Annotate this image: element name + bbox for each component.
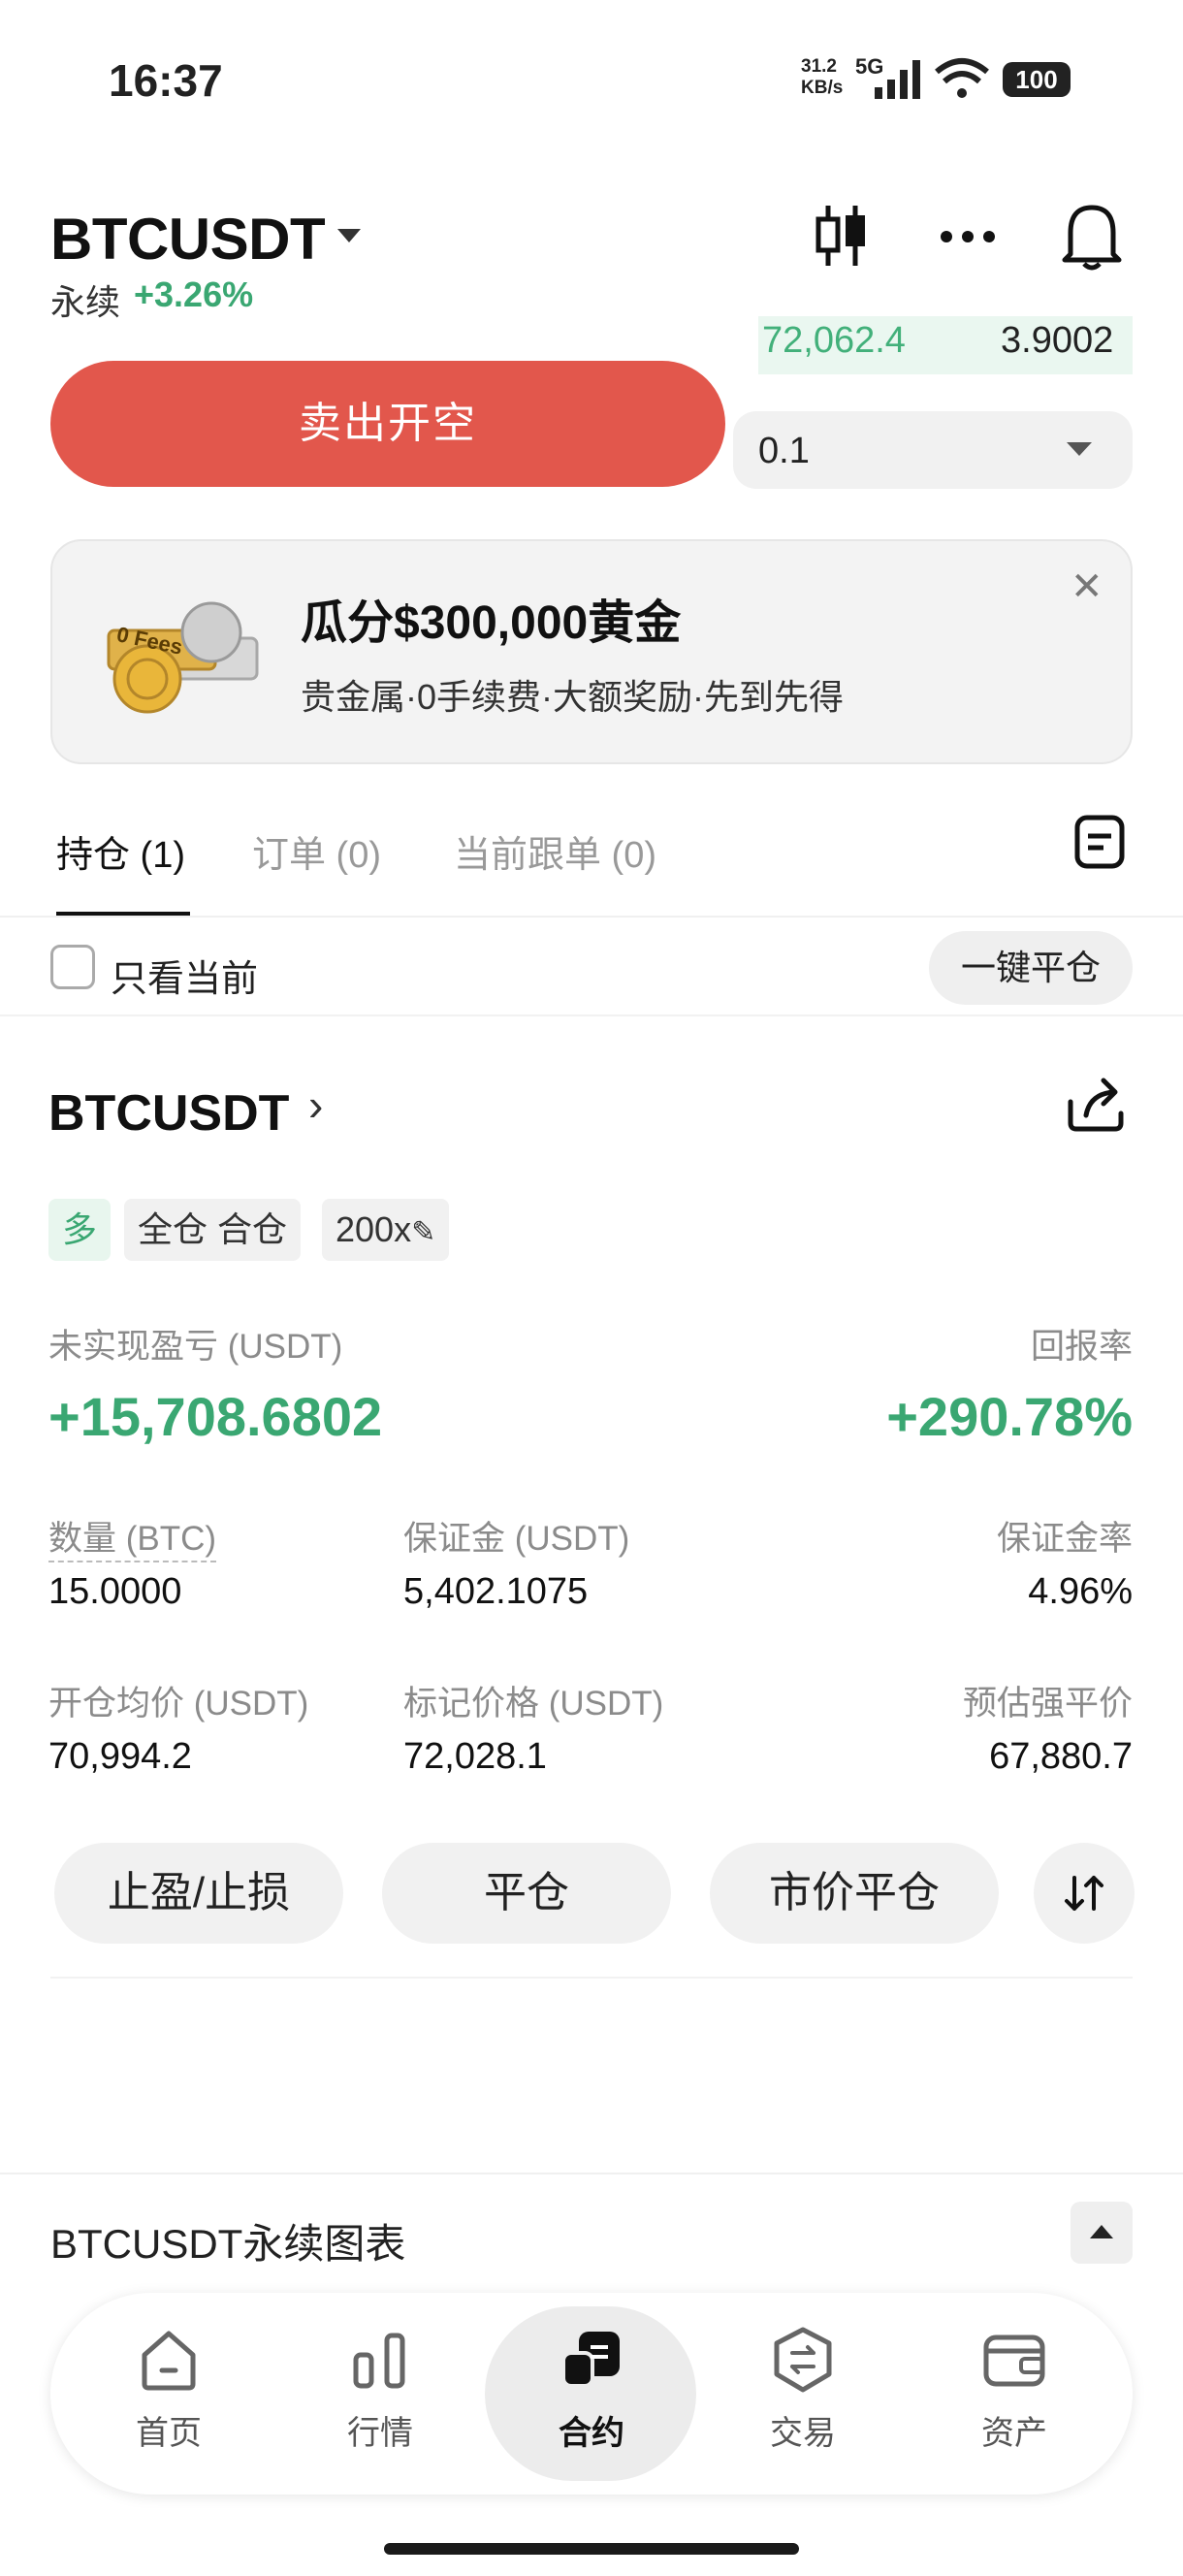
swap-icon	[1065, 1876, 1103, 1911]
nav-label: 资产	[981, 2415, 1047, 2452]
nav-label: 首页	[136, 2415, 202, 2452]
quantity-label: 数量 (BTC)	[48, 1511, 217, 1562]
bell-icon[interactable]	[1061, 200, 1123, 272]
wifi-icon	[935, 58, 989, 98]
nav-item-assets[interactable]: 资产	[927, 2326, 1102, 2454]
chevron-up-icon	[1090, 2225, 1113, 2238]
network-speed: 31.2 KB/s	[801, 56, 851, 99]
symbol-dropdown-icon[interactable]	[337, 229, 361, 242]
tab-orders[interactable]: 订单 (0)	[252, 824, 381, 878]
liq-price-label: 预估强平价	[962, 1685, 1133, 1723]
tab-positions[interactable]: 持仓 (1)	[56, 824, 185, 878]
price-change: +3.26%	[134, 274, 254, 314]
order-history-icon[interactable]	[1074, 815, 1125, 869]
pnl-value: +15,708.6802	[48, 1386, 383, 1447]
market-icon	[353, 2333, 405, 2389]
margin-rate-label: 保证金率	[996, 1520, 1133, 1558]
trade-icon	[774, 2327, 832, 2393]
only-current-checkbox[interactable]	[50, 945, 95, 989]
mark-price-label: 标记价格 (USDT)	[403, 1685, 664, 1723]
status-time: 16:37	[109, 55, 223, 106]
liq-price-value: 67,880.7	[989, 1736, 1133, 1777]
entry-price-label: 开仓均价 (USDT)	[48, 1685, 309, 1723]
reverse-position-button[interactable]	[1034, 1843, 1135, 1944]
edit-icon: ✎	[411, 1216, 436, 1248]
orderbook-size: 3.9002	[1001, 320, 1114, 361]
nav-item-home[interactable]: 首页	[81, 2326, 256, 2454]
home-icon	[142, 2331, 196, 2391]
margin-label: 保证金 (USDT)	[403, 1520, 630, 1558]
symbol-title[interactable]: BTCUSDT	[50, 206, 326, 273]
divider	[0, 1014, 1183, 1016]
battery-indicator: 100	[1003, 62, 1071, 97]
sell-short-button[interactable]: 卖出开空	[50, 361, 725, 487]
candlestick-chart-icon[interactable]	[813, 204, 871, 268]
entry-price-value: 70,994.2	[48, 1736, 192, 1777]
nav-label: 行情	[347, 2415, 413, 2452]
market-close-button[interactable]: 市价平仓	[710, 1843, 999, 1944]
promo-title: 瓜分$300,000黄金	[301, 597, 682, 649]
share-icon[interactable]	[1065, 1073, 1127, 1135]
quantity-value: 0.1	[758, 431, 810, 471]
roe-value: +290.78%	[886, 1386, 1133, 1447]
home-indicator[interactable]	[384, 2543, 799, 2555]
more-icon[interactable]	[939, 229, 997, 244]
margin-mode-badge: 全仓 合仓	[124, 1199, 302, 1261]
futures-icon	[561, 2332, 620, 2388]
contract-type: 永续	[50, 282, 121, 322]
margin-rate-value: 4.96%	[1028, 1571, 1133, 1612]
leverage-badge[interactable]: 200x✎	[322, 1199, 450, 1261]
promo-description: 贵金属·0手续费·大额奖励·先到先得	[301, 677, 844, 717]
divider	[0, 2173, 1183, 2174]
tp-sl-button[interactable]: 止盈/止损	[54, 1843, 343, 1944]
divider	[50, 1977, 1133, 1979]
close-icon[interactable]: ✕	[1071, 564, 1103, 609]
close-all-button[interactable]: 一键平仓	[929, 931, 1133, 1005]
signal-icon	[875, 60, 920, 99]
quantity-value: 15.0000	[48, 1571, 182, 1612]
net-speed-text: 31.2 KB/s	[801, 56, 844, 98]
position-symbol[interactable]: BTCUSDT	[48, 1084, 289, 1143]
nav-label: 交易	[770, 2415, 836, 2452]
chevron-right-icon[interactable]: ›	[308, 1079, 323, 1131]
tab-copy-trading[interactable]: 当前跟单 (0)	[454, 824, 656, 878]
orderbook-price: 72,062.4	[762, 320, 906, 361]
chevron-down-icon	[1067, 442, 1092, 456]
nav-item-futures[interactable]: 合约	[504, 2326, 679, 2454]
margin-value: 5,402.1075	[403, 1571, 589, 1612]
wallet-icon	[983, 2334, 1045, 2387]
position-side-badge: 多	[48, 1199, 112, 1261]
nav-label: 合约	[559, 2415, 624, 2452]
pnl-label: 未实现盈亏 (USDT)	[48, 1328, 343, 1366]
only-current-label: 只看当前	[111, 959, 259, 1000]
roe-label: 回报率	[1030, 1328, 1133, 1366]
close-position-button[interactable]: 平仓	[382, 1843, 671, 1944]
leverage-value: 200x	[336, 1209, 412, 1249]
nav-item-market[interactable]: 行情	[293, 2326, 467, 2454]
mark-price-value: 72,028.1	[403, 1736, 547, 1777]
divider	[0, 916, 1183, 918]
chart-section-title[interactable]: BTCUSDT永续图表	[50, 2211, 405, 2270]
nav-item-trade[interactable]: 交易	[716, 2326, 890, 2454]
